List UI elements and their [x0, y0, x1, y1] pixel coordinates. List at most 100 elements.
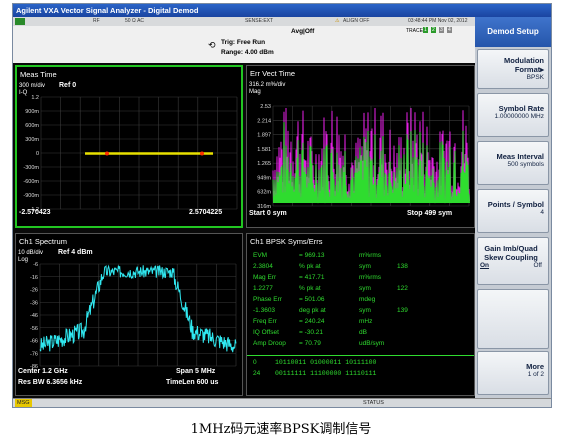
- meas-time-window[interactable]: Meas Time 300 m/div Ref 0 I-Q 1.2 900m 600…: [15, 65, 243, 228]
- metric-symbol: 139: [397, 307, 408, 314]
- metric-unit: sym: [359, 285, 371, 292]
- y-tick-label: -56: [30, 326, 38, 332]
- impedance-label: 50 Ω AC: [125, 18, 145, 24]
- meas-interval-button[interactable]: Meas Interval 500 symbols: [477, 141, 549, 185]
- bits-row: 10110011 01000011 10111100: [275, 359, 377, 366]
- y-tick-label: -600m: [23, 179, 39, 185]
- metric-value: = -30.21: [299, 329, 324, 336]
- timelen-label: TimeLen 600 us: [166, 379, 219, 386]
- y-tick-label: -66: [30, 339, 38, 345]
- err-vect-plot: 2.532.2141.8971.5811.265949m632m316m: [257, 104, 470, 210]
- meas-time-plot: 1.2900m600m300m0-300m-600m-900m-1.2: [23, 95, 238, 213]
- marker: [105, 151, 109, 156]
- trace-3[interactable]: 3: [439, 27, 444, 33]
- range-status[interactable]: Range: 4.00 dBm: [221, 49, 274, 56]
- y-tick-label: -300m: [23, 165, 39, 171]
- figure-caption: 1MHz码元速率BPSK调制信号: [190, 422, 372, 437]
- y-tick-label: -36: [30, 300, 38, 306]
- metric-symbol: 122: [397, 285, 408, 292]
- metric-label: 1.2277: [253, 285, 273, 292]
- metric-label: -1.3603: [253, 307, 276, 314]
- message-bar: MSG STATUS: [13, 398, 551, 407]
- metric-label: Amp Droop: [253, 340, 286, 347]
- metric-unit: sym: [359, 307, 371, 314]
- syms-errs-window[interactable]: Ch1 BPSK Syms/Errs EVM = 969.13 m%rms 2.380…: [246, 233, 475, 396]
- trace-label: TRACE: [406, 28, 423, 34]
- metric-label: IQ Offset: [253, 329, 279, 336]
- y-tick-label: 600m: [25, 123, 39, 129]
- y-tick-label: 2.53: [260, 104, 271, 110]
- metric-value: = 70.79: [299, 340, 321, 347]
- metric-label: Mag Err: [253, 274, 277, 281]
- metric-value: % pk at: [299, 263, 321, 270]
- off-option[interactable]: Off: [533, 262, 542, 269]
- y-tick-label: 2.214: [257, 118, 271, 124]
- metric-value: = 969.13: [299, 252, 325, 259]
- points-per-symbol-button[interactable]: Points / Symbol 4: [477, 189, 549, 233]
- metric-value: = 501.06: [299, 296, 325, 303]
- y-tick-label: 1.581: [257, 147, 271, 153]
- metric-value: = 417.71: [299, 274, 325, 281]
- metric-unit: mHz: [359, 318, 373, 325]
- metric-symbol: 138: [397, 263, 408, 270]
- marker: [200, 151, 204, 156]
- x-left-label: -2.570423: [19, 209, 51, 216]
- window-title: Agilent VXA Vector Signal Analyzer - Dig…: [13, 4, 551, 17]
- bits-index: 24: [253, 370, 261, 377]
- avg-status[interactable]: Avg|Off: [291, 28, 314, 35]
- bits-row: 00111111 11100000 11110111: [275, 370, 377, 377]
- spectrum-window[interactable]: Ch1 Spectrum 10 dB/div Ref 4 dBm Log -6-…: [15, 233, 243, 396]
- softkey-header: Demod Setup: [475, 17, 551, 47]
- y-tick-label: -46: [30, 313, 38, 319]
- metric-label: 2.3804: [253, 263, 273, 270]
- metric-unit: m%rms: [359, 252, 382, 259]
- metric-unit: m%rms: [359, 274, 382, 281]
- bits-index: 0: [253, 359, 257, 366]
- y-tick-label: 300m: [25, 137, 39, 143]
- gain-imb-quad-skew-button[interactable]: Gain Imb/Quad Skew Coupling On Off: [477, 237, 549, 285]
- rf-label: RF: [93, 18, 100, 24]
- y-tick-label: -26: [30, 288, 38, 294]
- metric-label: Phase Err: [253, 296, 282, 303]
- status-indicator-icon: [15, 18, 25, 25]
- y-tick-label: 632m: [257, 190, 271, 196]
- trigger-icon: ⟲: [208, 40, 216, 50]
- center-label: Center 1.2 GHz: [18, 368, 68, 375]
- y-tick-label: -6: [33, 262, 38, 268]
- status-label[interactable]: STATUS: [363, 399, 384, 407]
- metric-unit: dB: [359, 329, 367, 336]
- metric-unit: udB/sym: [359, 340, 385, 347]
- y-tick-label: -16: [30, 275, 38, 281]
- window-title: Ch1 BPSK Syms/Errs: [250, 237, 323, 246]
- metric-unit: sym: [359, 263, 371, 270]
- metric-value: = 240.24: [299, 318, 325, 325]
- trace-1[interactable]: 1: [423, 27, 428, 33]
- modulation-format-button[interactable]: Modulation Format▸ BPSK: [477, 49, 549, 89]
- err-vect-window[interactable]: Err Vect Time 316.2 m%/div Mag 2.53 2.214…: [246, 65, 475, 228]
- metric-unit: mdeg: [359, 296, 376, 303]
- y-tick-label: 1.897: [257, 133, 271, 139]
- sense-label: SENSE:EXT: [245, 18, 274, 24]
- y-tick-label: -76: [30, 351, 38, 357]
- trigger-status[interactable]: Trig: Free Run: [221, 39, 265, 46]
- trace-2[interactable]: 2: [431, 27, 436, 33]
- y-tick-label: 949m: [257, 175, 271, 181]
- span-label: Span 5 MHz: [176, 368, 216, 375]
- more-button[interactable]: More 1 of 2: [477, 351, 549, 395]
- metric-label: EVM: [253, 252, 268, 259]
- warning-icon: ⚠: [335, 18, 340, 24]
- metric-value: % pk at: [299, 285, 321, 292]
- symbol-rate-button[interactable]: Symbol Rate 1.00000000 MHz: [477, 93, 549, 137]
- datetime: 03:48:44 PM Nov 02, 2012: [408, 18, 468, 24]
- y-tick-label: 900m: [25, 109, 39, 115]
- on-option[interactable]: On: [480, 262, 489, 269]
- trace-4[interactable]: 4: [447, 27, 452, 33]
- start-label: Start 0 sym: [249, 210, 287, 217]
- analyzer-window: Agilent VXA Vector Signal Analyzer - Dig…: [12, 3, 552, 408]
- y-tick-label: 1.2: [31, 95, 39, 101]
- y-tick-label: 0: [36, 151, 39, 157]
- align-label: ALIGN OFF: [343, 18, 370, 24]
- y-tick-label: -900m: [23, 193, 39, 199]
- y-tick-label: 1.265: [257, 161, 271, 167]
- control-row: Avg|Off ⟲ Trig: Free Run Range: 4.00 dBm…: [13, 26, 475, 63]
